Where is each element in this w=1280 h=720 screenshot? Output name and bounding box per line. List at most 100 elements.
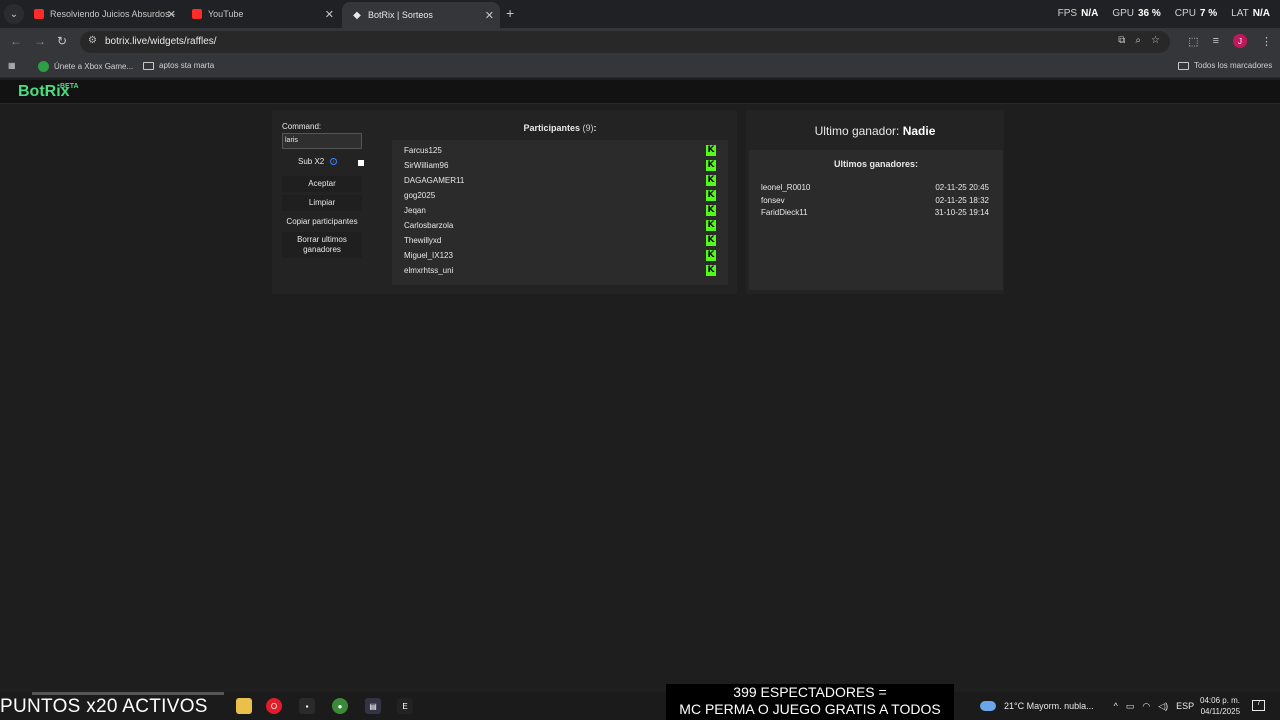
participant-name: SirWilliam96 xyxy=(404,161,449,170)
stat-cpu: CPU 7 % xyxy=(1174,8,1218,19)
address-bar[interactable]: ⚙ botrix.live/widgets/raffles/ ⧉ ⌕ ☆ xyxy=(80,31,1170,53)
epic-games-icon[interactable]: E xyxy=(397,698,413,714)
kick-icon: K xyxy=(706,250,716,261)
kick-icon: K xyxy=(706,160,716,171)
page-content: BotRix BETA Command: laris Sub X2 i Acept… xyxy=(0,80,1280,685)
performance-stats: FPS N/A GPU 36 % CPU 7 % LAT N/A xyxy=(1058,8,1270,19)
participant-row: Miguel_IX123 K xyxy=(392,248,728,263)
winner-row: FaridDieck11 31-10-25 19:14 xyxy=(749,208,1003,221)
command-input[interactable]: laris xyxy=(282,133,362,149)
tab-label: Resolviendo Juicios Absurdos - xyxy=(50,9,176,19)
delete-winners-button[interactable]: Borrar ultimos ganadores xyxy=(282,232,362,258)
menu-icon[interactable]: ⋮ xyxy=(1261,35,1272,48)
participant-name: Miguel_IX123 xyxy=(404,251,453,260)
kick-icon: K xyxy=(706,235,716,246)
winner-name: FaridDieck11 xyxy=(761,208,808,217)
chevron-up-icon[interactable]: ^ xyxy=(1114,701,1118,711)
bookmark-folder[interactable]: aptos sta marta xyxy=(143,61,214,70)
language-indicator[interactable]: ESP xyxy=(1176,701,1194,711)
all-bookmarks[interactable]: Todos los marcadores xyxy=(1178,61,1272,70)
copy-participants-button[interactable]: Copiar participantes xyxy=(282,214,362,230)
notification-icon[interactable]: 7 xyxy=(1252,700,1265,711)
accept-button[interactable]: Aceptar xyxy=(282,176,362,192)
forward-icon[interactable]: → xyxy=(34,34,46,48)
participant-name: gog2025 xyxy=(404,191,436,200)
participant-row: gog2025 K xyxy=(392,188,728,203)
translate-icon[interactable]: ⧉ xyxy=(1118,35,1125,46)
stat-gpu: GPU 36 % xyxy=(1112,8,1161,19)
close-icon[interactable]: ✕ xyxy=(325,8,334,21)
participant-row: SirWilliam96 K xyxy=(392,158,728,173)
back-icon[interactable]: ← xyxy=(10,34,22,48)
system-tray: 21°C Mayorm. nubla... ^ ▭ ◠ ◁) ESP xyxy=(980,696,1194,716)
app-header: BotRix BETA xyxy=(0,80,1280,104)
tab-label: YouTube xyxy=(208,9,244,19)
kick-icon: K xyxy=(706,265,716,276)
participants-title: Participantes (9): xyxy=(523,123,597,133)
close-icon[interactable]: ✕ xyxy=(167,8,176,21)
apps-icon[interactable]: ▦ xyxy=(8,61,16,70)
winner-date: 02-11-25 18:32 xyxy=(935,195,989,205)
participant-name: DAGAGAMER11 xyxy=(404,176,465,185)
network-icon[interactable]: ▭ xyxy=(1126,701,1135,712)
points-overlay: PUNTOS x20 ACTIVOS xyxy=(0,696,208,717)
chrome-icon[interactable]: ● xyxy=(332,698,348,714)
stat-fps: FPS N/A xyxy=(1057,8,1099,19)
info-icon[interactable]: i xyxy=(330,158,338,165)
reload-icon[interactable]: ↻ xyxy=(57,34,67,48)
url-text: botrix.live/widgets/raffles/ xyxy=(105,36,217,47)
close-icon[interactable]: ✕ xyxy=(485,9,494,22)
participant-row: DAGAGAMER11 K xyxy=(392,173,728,188)
participant-name: elmxrhtss_uni xyxy=(404,266,454,275)
star-icon[interactable]: ☆ xyxy=(1151,35,1160,46)
kick-icon: K xyxy=(706,190,716,201)
new-tab-icon[interactable]: + xyxy=(506,5,514,21)
app-icon[interactable]: ▪ xyxy=(299,698,315,714)
tab-botrix[interactable]: ◆ BotRix | Sorteos ✕ xyxy=(342,2,500,28)
last-winner: Ultimo ganador: Nadie xyxy=(814,124,936,138)
tab-search-button[interactable]: ⌄ xyxy=(4,4,24,24)
sub-label: Sub X2 xyxy=(298,157,325,166)
participant-row: Farcus125 K xyxy=(392,143,728,158)
recent-winners-list: leonel_R0010 02-11-25 20:45 fonsev 02-11-25… xyxy=(749,183,1003,221)
stat-lat: LAT N/A xyxy=(1231,8,1270,19)
wifi-icon[interactable]: ◠ xyxy=(1142,701,1150,712)
bookmarks-bar: ▦ Únete a Xbox Game... aptos sta marta T… xyxy=(0,56,1280,78)
volume-icon[interactable]: ◁) xyxy=(1158,701,1168,712)
file-explorer-icon[interactable] xyxy=(236,698,252,714)
winners-panel: Ultimo ganador: Nadie Ultimos ganadores:… xyxy=(746,110,1004,294)
clear-button[interactable]: Limpiar xyxy=(282,195,362,211)
last-winner-value: Nadie xyxy=(902,124,936,138)
winner-date: 02-11-25 20:45 xyxy=(935,183,989,192)
sub-multiplier-row: Sub X2 i xyxy=(288,157,368,166)
tab-label: BotRix | Sorteos xyxy=(368,10,433,20)
sub-x2-checkbox[interactable] xyxy=(358,160,364,166)
site-info-icon[interactable]: ⚙ xyxy=(88,35,97,46)
profile-avatar[interactable]: J xyxy=(1233,34,1247,48)
participant-name: Carlosbarzola xyxy=(404,221,454,230)
tab-youtube[interactable]: YouTube ✕ xyxy=(182,2,340,26)
participants-section: Participantes (9): Farcus125 K SirWilliam9… xyxy=(392,123,728,285)
participant-row: elmxrhtss_uni K xyxy=(392,263,728,278)
extensions-icon[interactable]: ⬚ xyxy=(1188,35,1198,48)
scrollbar[interactable] xyxy=(32,692,224,695)
raffle-panel: Command: laris Sub X2 i Aceptar Limpiar … xyxy=(272,110,737,294)
youtube-icon xyxy=(34,9,44,19)
zoom-icon[interactable]: ⌕ xyxy=(1135,35,1141,46)
winner-row: fonsev 02-11-25 18:32 xyxy=(749,196,1003,209)
kick-icon: K xyxy=(706,145,716,156)
winner-name: leonel_R0010 xyxy=(761,183,811,192)
winner-name: fonsev xyxy=(761,195,785,205)
media-icon[interactable]: ≡ xyxy=(1213,35,1219,47)
browser-toolbar: ← → ↻ ⚙ botrix.live/widgets/raffles/ ⧉ ⌕… xyxy=(0,28,1280,56)
tab-youtube-video[interactable]: Resolviendo Juicios Absurdos - ✕ xyxy=(24,2,182,26)
botrix-logo[interactable]: BotRix BETA xyxy=(18,83,79,101)
opera-icon[interactable]: O xyxy=(266,698,282,714)
weather-icon[interactable] xyxy=(980,701,996,711)
winner-row: leonel_R0010 02-11-25 20:45 xyxy=(749,183,1003,196)
winner-date: 31-10-25 19:14 xyxy=(934,208,989,217)
app-icon[interactable]: ▤ xyxy=(365,698,381,714)
clock[interactable]: 04:06 p. m. 04/11/2025 xyxy=(1200,695,1240,717)
bookmark-xbox[interactable]: Únete a Xbox Game... xyxy=(38,61,133,72)
weather-text[interactable]: 21°C Mayorm. nubla... xyxy=(1004,701,1094,711)
